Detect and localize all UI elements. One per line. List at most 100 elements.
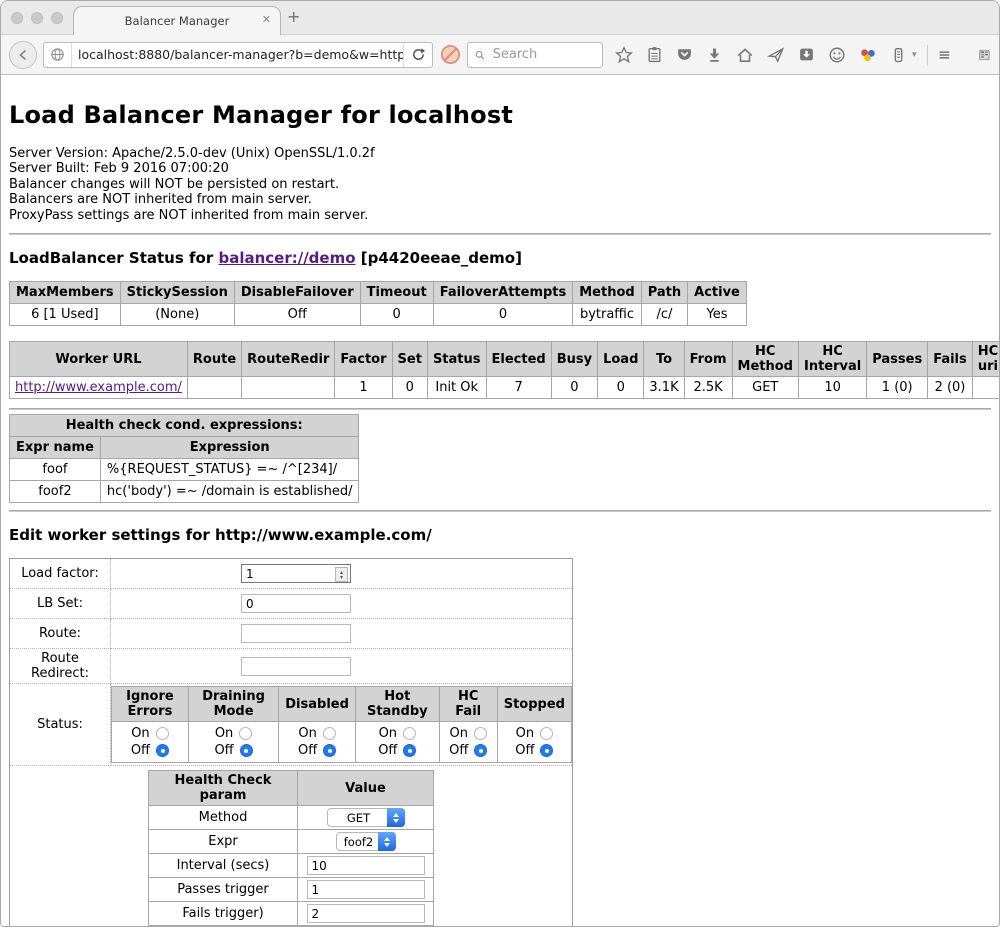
table-cell: [242, 377, 335, 399]
table-cell: 0: [433, 304, 573, 326]
table-cell: 0: [392, 377, 427, 399]
table-cell: 0: [551, 377, 597, 399]
route-redirect-input[interactable]: [241, 657, 351, 676]
radio-label: On: [516, 726, 534, 741]
chevron-down-icon[interactable]: ▾: [912, 50, 917, 60]
hc-interval-input[interactable]: [307, 856, 425, 875]
url-bar[interactable]: localhost:8880/balancer-manager?b=demo&w…: [43, 42, 433, 68]
hc-method-select[interactable]: GET: [327, 808, 405, 827]
hc-row-method: Method GET: [149, 806, 434, 830]
download-panel-icon[interactable]: [798, 46, 815, 63]
reload-button[interactable]: [403, 43, 432, 67]
menu-icon[interactable]: [938, 45, 951, 65]
new-tab-icon[interactable]: +: [287, 9, 300, 25]
hc-row-expr: Expr foof2: [149, 830, 434, 854]
column-header: MaxMembers: [10, 282, 121, 304]
downloads-icon[interactable]: [706, 46, 723, 63]
table-title: Health check cond. expressions:: [10, 415, 359, 437]
tab-balancer-manager[interactable]: Balancer Manager ✕: [73, 6, 281, 35]
status-radio-ignore-errors-off[interactable]: [156, 744, 169, 757]
column-header: FailoverAttempts: [433, 282, 573, 304]
zoom-button[interactable]: [51, 12, 63, 24]
status-radio-ignore-errors-on[interactable]: [156, 727, 169, 740]
radio-label: Off: [449, 743, 468, 758]
route-label: Route:: [10, 619, 111, 649]
feedback-smiley-icon[interactable]: [828, 46, 846, 64]
number-spinner-icon[interactable]: ▴▾: [335, 567, 348, 582]
column-header: Timeout: [360, 282, 433, 304]
status-cell-draining-mode: OnOff: [188, 722, 278, 763]
status-radio-disabled-off[interactable]: [323, 744, 336, 757]
site-identity[interactable]: [44, 43, 72, 67]
send-tab-icon[interactable]: [767, 46, 785, 64]
column-header: Expr name: [10, 437, 101, 459]
column-header: Active: [688, 282, 747, 304]
battery-icon[interactable]: [890, 46, 907, 63]
status-radio-hot-standby-off[interactable]: [403, 744, 416, 757]
globe-icon: [50, 47, 65, 62]
table-cell: 6 [1 Used]: [10, 304, 121, 326]
server-built-line: Server Built: Feb 9 2016 07:00:20: [9, 161, 991, 176]
column-header: Elected: [486, 342, 551, 377]
column-header: Busy: [551, 342, 597, 377]
column-header: Factor: [335, 342, 392, 377]
status-radio-draining-mode-on[interactable]: [239, 727, 252, 740]
status-column-header: HC Fail: [439, 687, 497, 722]
lb-set-input[interactable]: [241, 594, 351, 613]
search-input[interactable]: [491, 46, 596, 63]
close-button[interactable]: [11, 12, 23, 24]
select-stepper-icon: [387, 808, 405, 827]
column-header: Expression: [100, 437, 359, 459]
home-icon[interactable]: [736, 46, 754, 64]
bookmark-star-icon[interactable]: [615, 46, 633, 64]
column-header: Worker URL: [10, 342, 188, 377]
radio-label: On: [449, 726, 467, 741]
form-row-health-check: Health Check param Value Method GET: [10, 766, 573, 927]
select-value: GET: [347, 811, 370, 825]
balancer-demo-link[interactable]: balancer://demo: [218, 249, 355, 267]
hc-method-label: Method: [149, 806, 298, 830]
pocket-icon[interactable]: [676, 46, 693, 63]
extension-dots-icon[interactable]: [859, 46, 877, 64]
column-header: StickySession: [120, 282, 234, 304]
url-input[interactable]: localhost:8880/balancer-manager?b=demo&w…: [72, 47, 403, 62]
reading-list-icon[interactable]: [646, 46, 663, 63]
toolbar-divider: [960, 45, 968, 65]
table-cell: hc('body') =~ /domain is established/: [100, 481, 359, 503]
status-column-header: Draining Mode: [188, 687, 278, 722]
tab-close-icon[interactable]: ✕: [262, 13, 271, 26]
column-header: Method: [573, 282, 641, 304]
status-radio-disabled-on[interactable]: [323, 727, 336, 740]
back-button[interactable]: [9, 41, 37, 69]
content-block-button[interactable]: [439, 44, 461, 66]
table-cell: 2 (0): [928, 377, 973, 399]
divider: [9, 510, 991, 512]
hc-expr-select[interactable]: foof2: [336, 832, 396, 851]
minimize-button[interactable]: [31, 12, 43, 24]
select-value: foof2: [344, 835, 374, 849]
status-radio-stopped-off[interactable]: [540, 744, 553, 757]
status-radio-stopped-on[interactable]: [540, 727, 553, 740]
status-radio-hot-standby-on[interactable]: [403, 727, 416, 740]
hc-fails-input[interactable]: [307, 904, 425, 923]
worker-url-link[interactable]: http://www.example.com/: [15, 380, 182, 395]
balancer-status-table: MaxMembersStickySessionDisableFailoverTi…: [9, 281, 747, 326]
table-row: foof%{REQUEST_STATUS} =~ /^[234]/: [10, 459, 359, 481]
status-radio-hc-fail-on[interactable]: [474, 727, 487, 740]
status-radio-hc-fail-off[interactable]: [474, 744, 487, 757]
divider: [9, 408, 991, 410]
route-input[interactable]: [241, 624, 351, 643]
column-header: Fails: [928, 342, 973, 377]
search-box[interactable]: [467, 42, 603, 68]
column-header: Route: [187, 342, 241, 377]
hc-passes-input[interactable]: [307, 880, 425, 899]
table-cell: 1 (0): [867, 377, 928, 399]
status-radio-draining-mode-off[interactable]: [240, 744, 253, 757]
hc-expr-label: Expr: [149, 830, 298, 854]
page-thumbnail-icon[interactable]: [978, 45, 991, 65]
radio-label: Off: [214, 743, 233, 758]
hc-row-fails: Fails trigger): [149, 902, 434, 926]
back-icon: [16, 48, 30, 62]
table-cell: [972, 377, 999, 399]
status-cell-ignore-errors: OnOff: [112, 722, 189, 763]
